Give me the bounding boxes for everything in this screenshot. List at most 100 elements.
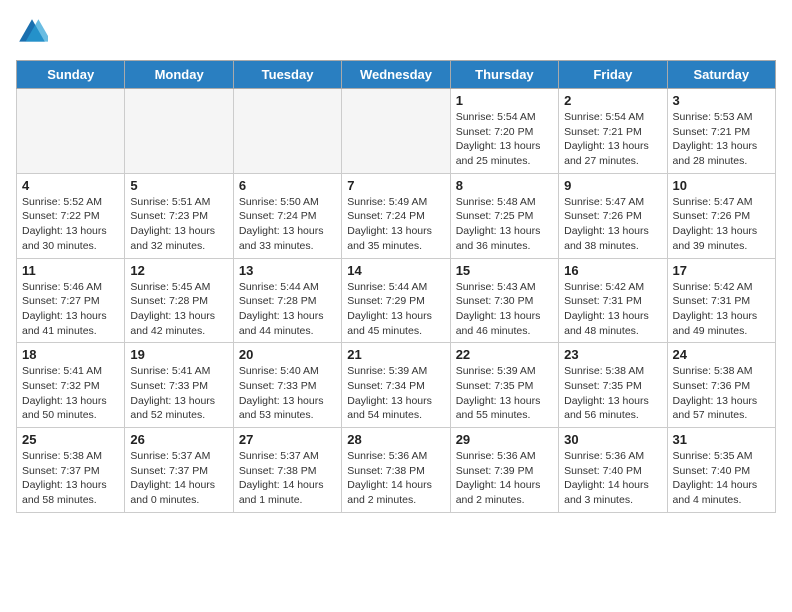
calendar-cell: 27Sunrise: 5:37 AMSunset: 7:38 PMDayligh… (233, 428, 341, 513)
calendar-cell: 7 Sunrise: 5:49 AMSunset: 7:24 PMDaylight… (342, 173, 450, 258)
calendar-cell: 8 Sunrise: 5:48 AMSunset: 7:25 PMDaylight… (450, 173, 558, 258)
day-number: 3 (673, 93, 770, 108)
day-number: 13 (239, 263, 336, 278)
calendar-week-4: 18 Sunrise: 5:41 AMSunset: 7:32 PMDayligh… (17, 343, 776, 428)
day-detail: Sunrise: 5:39 AMSunset: 7:34 PMDaylight:… (347, 364, 444, 423)
calendar-cell: 11 Sunrise: 5:46 AMSunset: 7:27 PMDayligh… (17, 258, 125, 343)
day-detail: Sunrise: 5:44 AMSunset: 7:28 PMDaylight:… (239, 280, 336, 339)
day-detail: Sunrise: 5:50 AMSunset: 7:24 PMDaylight:… (239, 195, 336, 254)
day-detail: Sunrise: 5:41 AMSunset: 7:32 PMDaylight:… (22, 364, 119, 423)
day-detail: Sunrise: 5:44 AMSunset: 7:29 PMDaylight:… (347, 280, 444, 339)
day-detail: Sunrise: 5:35 AMSunset: 7:40 PMDaylight:… (673, 449, 770, 508)
day-number: 2 (564, 93, 661, 108)
col-header-tuesday: Tuesday (233, 61, 341, 89)
day-number: 20 (239, 347, 336, 362)
col-header-wednesday: Wednesday (342, 61, 450, 89)
day-number: 31 (673, 432, 770, 447)
calendar-week-2: 4 Sunrise: 5:52 AMSunset: 7:22 PMDaylight… (17, 173, 776, 258)
day-number: 8 (456, 178, 553, 193)
day-detail: Sunrise: 5:36 AMSunset: 7:39 PMDaylight:… (456, 449, 553, 508)
calendar-cell: 24 Sunrise: 5:38 AMSunset: 7:36 PMDayligh… (667, 343, 775, 428)
calendar-table: SundayMondayTuesdayWednesdayThursdayFrid… (16, 60, 776, 513)
day-number: 24 (673, 347, 770, 362)
calendar-cell: 1Sunrise: 5:54 AMSunset: 7:20 PMDaylight… (450, 89, 558, 174)
day-number: 11 (22, 263, 119, 278)
day-detail: Sunrise: 5:38 AMSunset: 7:36 PMDaylight:… (673, 364, 770, 423)
day-number: 10 (673, 178, 770, 193)
page-header (16, 16, 776, 48)
calendar-week-5: 25 Sunrise: 5:38 AMSunset: 7:37 PMDayligh… (17, 428, 776, 513)
day-number: 30 (564, 432, 661, 447)
day-detail: Sunrise: 5:54 AMSunset: 7:21 PMDaylight:… (564, 110, 661, 169)
calendar-cell: 18 Sunrise: 5:41 AMSunset: 7:32 PMDayligh… (17, 343, 125, 428)
day-number: 21 (347, 347, 444, 362)
calendar-cell (125, 89, 233, 174)
calendar-cell: 5 Sunrise: 5:51 AMSunset: 7:23 PMDaylight… (125, 173, 233, 258)
day-number: 12 (130, 263, 227, 278)
calendar-cell: 14 Sunrise: 5:44 AMSunset: 7:29 PMDayligh… (342, 258, 450, 343)
day-number: 14 (347, 263, 444, 278)
day-detail: Sunrise: 5:43 AMSunset: 7:30 PMDaylight:… (456, 280, 553, 339)
calendar-cell: 2 Sunrise: 5:54 AMSunset: 7:21 PMDaylight… (559, 89, 667, 174)
col-header-friday: Friday (559, 61, 667, 89)
calendar-cell: 30 Sunrise: 5:36 AMSunset: 7:40 PMDayligh… (559, 428, 667, 513)
calendar-cell: 10 Sunrise: 5:47 AMSunset: 7:26 PMDayligh… (667, 173, 775, 258)
day-detail: Sunrise: 5:42 AMSunset: 7:31 PMDaylight:… (673, 280, 770, 339)
col-header-thursday: Thursday (450, 61, 558, 89)
day-detail: Sunrise: 5:37 AMSunset: 7:38 PMDaylight:… (239, 449, 336, 508)
day-number: 28 (347, 432, 444, 447)
logo-icon (16, 16, 48, 48)
calendar-week-3: 11 Sunrise: 5:46 AMSunset: 7:27 PMDayligh… (17, 258, 776, 343)
calendar-cell: 29 Sunrise: 5:36 AMSunset: 7:39 PMDayligh… (450, 428, 558, 513)
day-number: 17 (673, 263, 770, 278)
day-detail: Sunrise: 5:54 AMSunset: 7:20 PMDaylight:… (456, 110, 553, 169)
day-number: 25 (22, 432, 119, 447)
day-number: 18 (22, 347, 119, 362)
day-number: 23 (564, 347, 661, 362)
calendar-cell: 28Sunrise: 5:36 AMSunset: 7:38 PMDayligh… (342, 428, 450, 513)
day-number: 6 (239, 178, 336, 193)
calendar-cell: 15 Sunrise: 5:43 AMSunset: 7:30 PMDayligh… (450, 258, 558, 343)
day-number: 26 (130, 432, 227, 447)
day-number: 4 (22, 178, 119, 193)
day-detail: Sunrise: 5:38 AMSunset: 7:37 PMDaylight:… (22, 449, 119, 508)
day-number: 7 (347, 178, 444, 193)
logo (16, 16, 52, 48)
day-detail: Sunrise: 5:37 AMSunset: 7:37 PMDaylight:… (130, 449, 227, 508)
day-detail: Sunrise: 5:46 AMSunset: 7:27 PMDaylight:… (22, 280, 119, 339)
calendar-cell: 16Sunrise: 5:42 AMSunset: 7:31 PMDayligh… (559, 258, 667, 343)
calendar-cell: 26 Sunrise: 5:37 AMSunset: 7:37 PMDayligh… (125, 428, 233, 513)
calendar-cell: 6 Sunrise: 5:50 AMSunset: 7:24 PMDaylight… (233, 173, 341, 258)
day-number: 15 (456, 263, 553, 278)
calendar-cell: 17 Sunrise: 5:42 AMSunset: 7:31 PMDayligh… (667, 258, 775, 343)
day-detail: Sunrise: 5:41 AMSunset: 7:33 PMDaylight:… (130, 364, 227, 423)
calendar-header-row: SundayMondayTuesdayWednesdayThursdayFrid… (17, 61, 776, 89)
day-detail: Sunrise: 5:36 AMSunset: 7:40 PMDaylight:… (564, 449, 661, 508)
day-detail: Sunrise: 5:45 AMSunset: 7:28 PMDaylight:… (130, 280, 227, 339)
calendar-cell: 4 Sunrise: 5:52 AMSunset: 7:22 PMDaylight… (17, 173, 125, 258)
day-number: 29 (456, 432, 553, 447)
day-detail: Sunrise: 5:51 AMSunset: 7:23 PMDaylight:… (130, 195, 227, 254)
calendar-cell (233, 89, 341, 174)
day-number: 22 (456, 347, 553, 362)
calendar-cell: 20 Sunrise: 5:40 AMSunset: 7:33 PMDayligh… (233, 343, 341, 428)
day-detail: Sunrise: 5:49 AMSunset: 7:24 PMDaylight:… (347, 195, 444, 254)
calendar-cell: 31 Sunrise: 5:35 AMSunset: 7:40 PMDayligh… (667, 428, 775, 513)
day-detail: Sunrise: 5:48 AMSunset: 7:25 PMDaylight:… (456, 195, 553, 254)
col-header-sunday: Sunday (17, 61, 125, 89)
day-number: 5 (130, 178, 227, 193)
col-header-monday: Monday (125, 61, 233, 89)
day-detail: Sunrise: 5:38 AMSunset: 7:35 PMDaylight:… (564, 364, 661, 423)
day-detail: Sunrise: 5:39 AMSunset: 7:35 PMDaylight:… (456, 364, 553, 423)
day-detail: Sunrise: 5:42 AMSunset: 7:31 PMDaylight:… (564, 280, 661, 339)
day-detail: Sunrise: 5:40 AMSunset: 7:33 PMDaylight:… (239, 364, 336, 423)
calendar-cell: 19Sunrise: 5:41 AMSunset: 7:33 PMDayligh… (125, 343, 233, 428)
calendar-cell: 25 Sunrise: 5:38 AMSunset: 7:37 PMDayligh… (17, 428, 125, 513)
day-detail: Sunrise: 5:47 AMSunset: 7:26 PMDaylight:… (673, 195, 770, 254)
calendar-cell: 3Sunrise: 5:53 AMSunset: 7:21 PMDaylight… (667, 89, 775, 174)
calendar-week-1: 1Sunrise: 5:54 AMSunset: 7:20 PMDaylight… (17, 89, 776, 174)
day-number: 9 (564, 178, 661, 193)
calendar-cell: 21 Sunrise: 5:39 AMSunset: 7:34 PMDayligh… (342, 343, 450, 428)
calendar-cell (17, 89, 125, 174)
day-detail: Sunrise: 5:52 AMSunset: 7:22 PMDaylight:… (22, 195, 119, 254)
